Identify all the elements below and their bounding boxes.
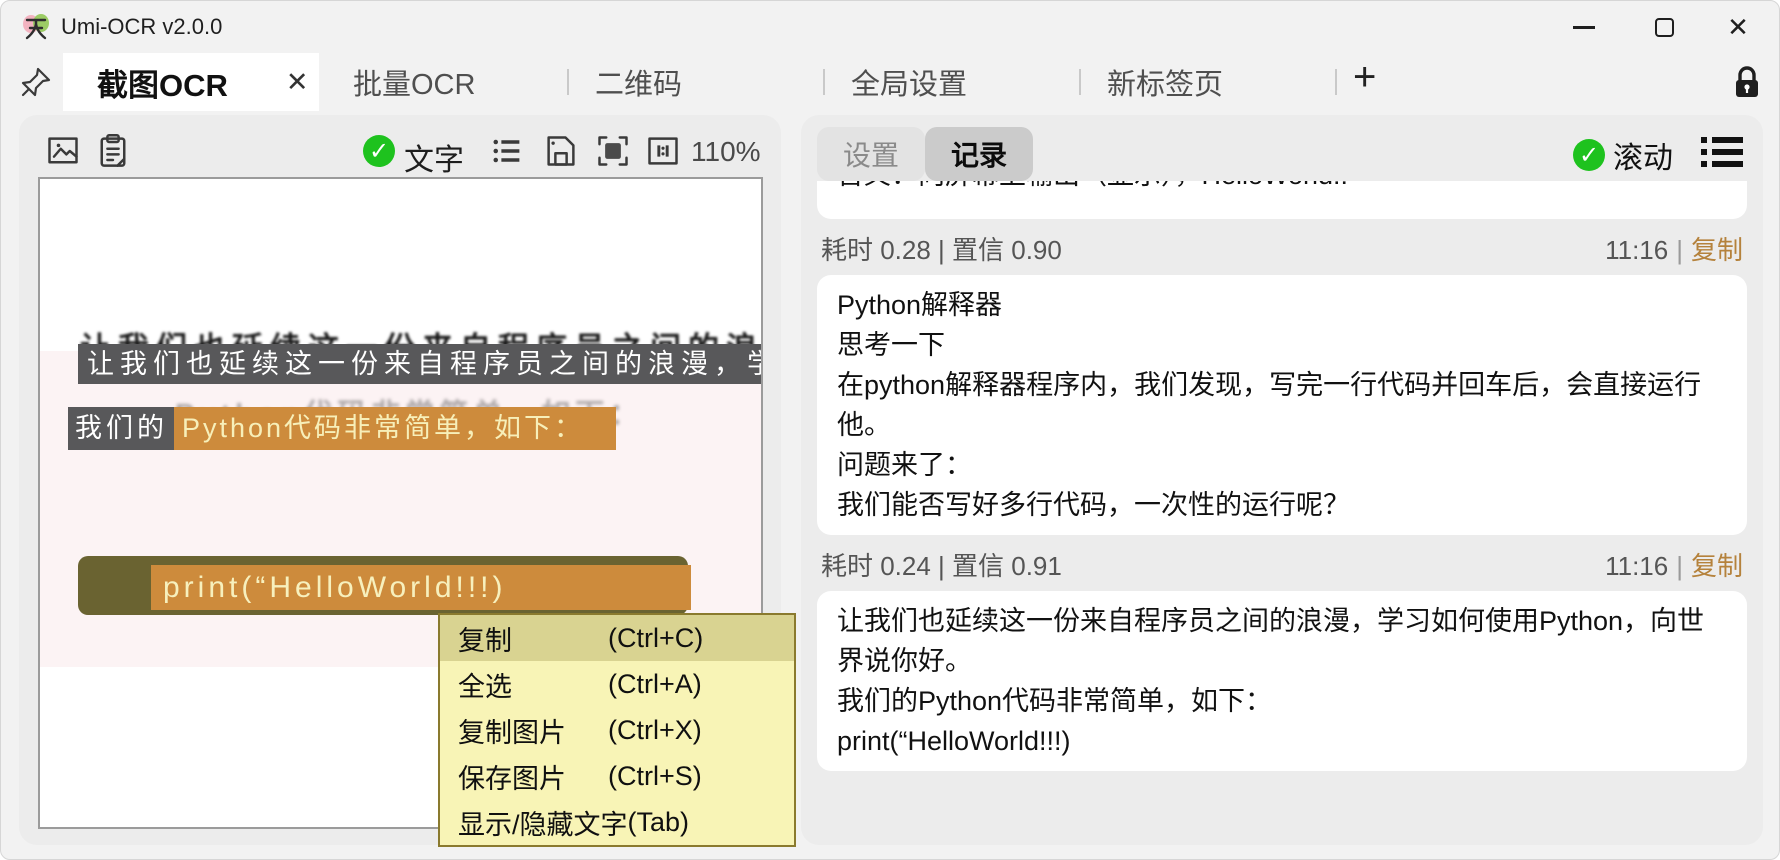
screenshot-capture-icon[interactable]: [595, 133, 631, 169]
text-list-icon[interactable]: [489, 133, 525, 169]
shortcut-label: (Ctrl+A): [608, 669, 702, 700]
app-logo-icon: [21, 12, 51, 42]
tab-screenshot-ocr[interactable]: 截图OCR ✕: [63, 53, 319, 111]
lock-icon[interactable]: [1729, 63, 1765, 101]
menu-item-save-image[interactable]: 保存图片 (Ctrl+S): [440, 753, 794, 799]
minimize-icon: [1573, 26, 1595, 29]
pin-icon[interactable]: [19, 65, 53, 99]
open-image-icon[interactable]: [45, 133, 81, 169]
tab-new-tab-page[interactable]: 新标签页: [1107, 53, 1223, 111]
shortcut-label: (Ctrl+X): [608, 715, 702, 746]
copy-link[interactable]: 复制: [1691, 235, 1743, 265]
ocr-text-toggle-label[interactable]: 文字: [404, 135, 464, 179]
copy-link[interactable]: 复制: [1691, 551, 1743, 581]
tab-global-settings[interactable]: 全局设置: [851, 53, 967, 111]
record-card[interactable]: 让我们也延续这一份来自程序员之间的浪漫，学习如何使用Python，向世界说你好。…: [817, 591, 1747, 771]
ocr-text-check-icon[interactable]: ✓: [363, 135, 395, 167]
record-card[interactable]: Python解释器 思考一下 在python解释器程序内，我们发现，写完一行代码…: [817, 275, 1747, 535]
close-icon: ✕: [1727, 14, 1749, 40]
record-stats: 耗时 0.28 | 置信 0.90: [821, 230, 1062, 267]
menu-item-copy-image[interactable]: 复制图片 (Ctrl+X): [440, 707, 794, 753]
menu-item-copy[interactable]: 复制 (Ctrl+C): [440, 615, 794, 661]
record-card-partial[interactable]: 含义：向屏幕上输出（显示），HelloWorld!!: [817, 181, 1747, 219]
tab-records[interactable]: 记录: [925, 127, 1033, 181]
tab-label: 截图OCR: [97, 60, 228, 105]
record-meta: 耗时 0.28 | 置信 0.90 11:16|复制: [821, 231, 1743, 265]
paste-clipboard-icon[interactable]: [95, 133, 131, 169]
app-window: Umi-OCR v2.0.0 ✕ 截图OCR ✕ 批量OCR 二维码 全局设置 …: [0, 0, 1780, 860]
record-stats: 耗时 0.24 | 置信 0.91: [821, 546, 1062, 583]
record-time: 11:16: [1605, 551, 1668, 581]
title-bar: Umi-OCR v2.0.0 ✕: [1, 1, 1779, 53]
minimize-button[interactable]: [1549, 1, 1619, 53]
side-panel: 设置 记录 ✓ 滚动 含义：向屏幕上输出（显示），HelloWorld!! 耗时…: [801, 115, 1763, 845]
close-button[interactable]: ✕: [1703, 1, 1773, 53]
scroll-toggle[interactable]: ✓ 滚动: [1573, 133, 1673, 177]
tab-batch-ocr[interactable]: 批量OCR: [353, 53, 475, 111]
ocr-overlay-line2-selected[interactable]: Python代码非常简单，如下：: [174, 407, 616, 450]
records-menu-icon[interactable]: [1699, 135, 1745, 169]
ocr-overlay-line1[interactable]: 让我们也延续这一份来自程序员之间的浪漫，学: [78, 344, 761, 384]
scroll-label: 滚动: [1613, 133, 1673, 177]
ocr-overlay-line2[interactable]: 我们的: [68, 407, 174, 450]
tab-separator: [1079, 69, 1081, 95]
side-panel-tabs: 设置 记录: [817, 127, 1033, 181]
shortcut-label: (Tab): [628, 807, 690, 838]
record-meta: 耗时 0.24 | 置信 0.91 11:16|复制: [821, 547, 1743, 581]
ratio-1-1-icon[interactable]: [645, 133, 681, 169]
ocr-code-line-selected[interactable]: print(“HelloWorld!!!): [151, 565, 691, 610]
zoom-level[interactable]: 110%: [691, 136, 761, 168]
tab-close-icon[interactable]: ✕: [286, 67, 309, 98]
tab-separator: [1335, 69, 1337, 95]
tab-separator: [823, 69, 825, 95]
tab-qrcode[interactable]: 二维码: [595, 53, 682, 111]
shortcut-label: (Ctrl+C): [608, 623, 703, 654]
menu-item-toggle-text[interactable]: 显示/隐藏文字 (Tab): [440, 799, 794, 845]
tab-bar: 截图OCR ✕ 批量OCR 二维码 全局设置 新标签页 +: [1, 53, 1779, 111]
new-tab-button[interactable]: +: [1353, 55, 1376, 100]
tab-settings[interactable]: 设置: [817, 127, 925, 181]
window-title: Umi-OCR v2.0.0: [61, 14, 222, 40]
context-menu: 复制 (Ctrl+C) 全选 (Ctrl+A) 复制图片 (Ctrl+X) 保存…: [438, 613, 796, 847]
tab-separator: [567, 69, 569, 95]
maximize-icon: [1655, 18, 1674, 37]
records-list[interactable]: 含义：向屏幕上输出（显示），HelloWorld!! 耗时 0.28 | 置信 …: [817, 181, 1747, 839]
shortcut-label: (Ctrl+S): [608, 761, 702, 792]
maximize-button[interactable]: [1629, 1, 1699, 53]
record-time: 11:16: [1605, 235, 1668, 265]
left-toolbar: ✓ 文字 110%: [19, 127, 781, 181]
save-file-icon[interactable]: [543, 133, 579, 169]
scroll-check-icon: ✓: [1573, 139, 1605, 171]
menu-item-select-all[interactable]: 全选 (Ctrl+A): [440, 661, 794, 707]
